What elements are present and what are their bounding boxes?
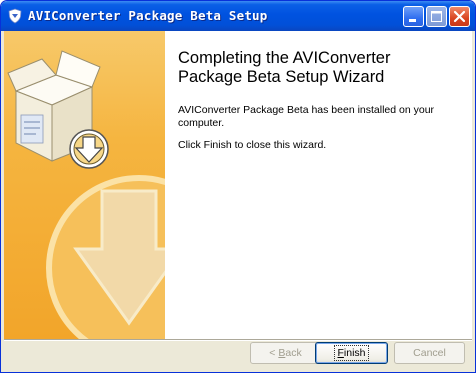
back-button: < Back — [250, 342, 321, 364]
install-complete-message: AVIConverter Package Beta has been insta… — [178, 104, 435, 129]
finish-instruction: Click Finish to close this wizard. — [178, 139, 327, 151]
back-button-rest: ack — [285, 347, 302, 359]
installer-shield-icon — [8, 8, 22, 24]
wizard-content: Completing the AVIConverter Package Beta… — [4, 31, 472, 339]
wizard-side-banner — [4, 31, 165, 339]
install-box-graphic — [7, 50, 165, 339]
window-title: AVIConverter Package Beta Setup — [28, 8, 268, 23]
button-separator — [4, 339, 472, 341]
finish-button-rest: inish — [343, 347, 366, 359]
back-button-prefix: < — [269, 347, 279, 359]
setup-window: AVIConverter Package Beta Setup Completi… — [0, 0, 476, 373]
close-button[interactable] — [449, 6, 470, 27]
cancel-button-label: Cancel — [413, 347, 446, 359]
wizard-heading: Completing the AVIConverter Package Beta… — [178, 49, 391, 86]
cancel-button: Cancel — [394, 342, 465, 364]
maximize-icon — [431, 11, 442, 22]
close-icon — [453, 10, 466, 23]
finish-button[interactable]: Finish — [315, 342, 388, 364]
maximize-button — [426, 6, 447, 27]
minimize-button[interactable] — [403, 6, 424, 27]
title-bar[interactable]: AVIConverter Package Beta Setup — [1, 1, 475, 31]
minimize-icon — [409, 19, 416, 22]
